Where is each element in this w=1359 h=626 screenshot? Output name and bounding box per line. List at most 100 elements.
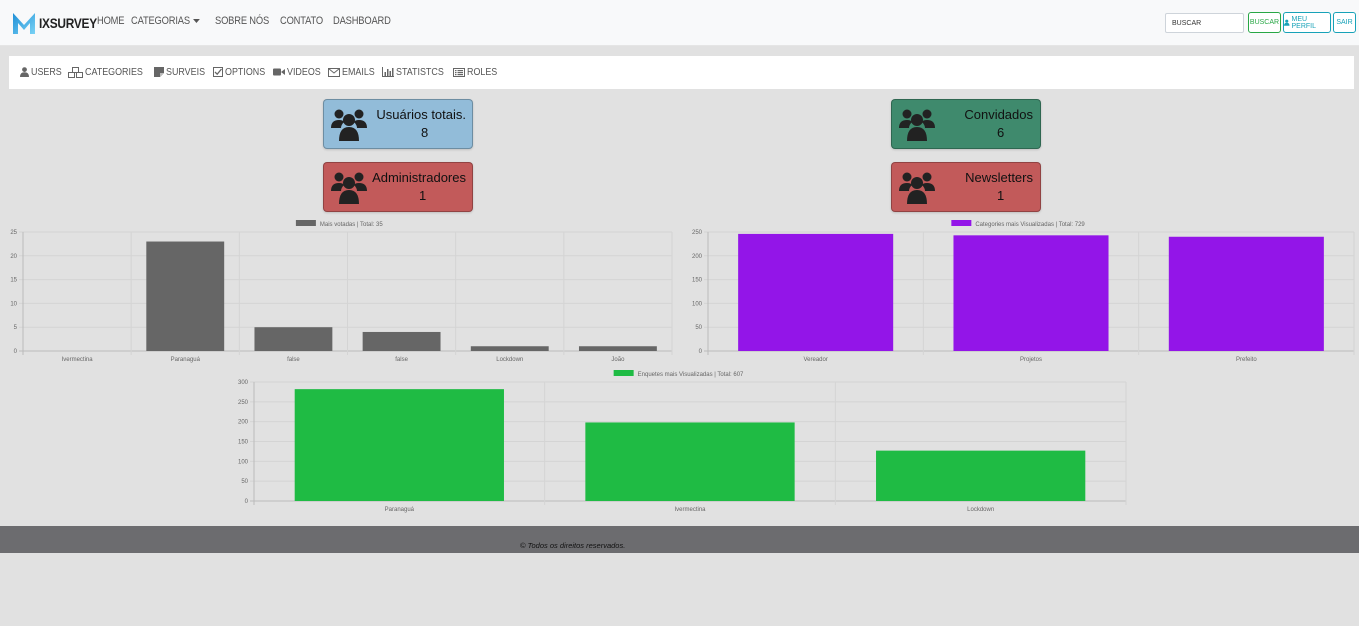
search-button[interactable]: BUSCAR [1248, 12, 1281, 33]
logout-button[interactable]: SAIR [1333, 12, 1356, 33]
user-icon [20, 67, 29, 77]
nav-contato[interactable]: CONTATO [280, 15, 323, 27]
admin-menu-roles-label: ROLES [466, 66, 498, 78]
admin-menu-users[interactable]: USERS [20, 66, 62, 78]
legend-swatch [613, 370, 634, 376]
y-tick-label: 50 [695, 325, 702, 331]
admin-menu-roles[interactable]: ROLES [452, 66, 498, 78]
legend-label: Mais votadas | Total: 35 [320, 222, 383, 228]
envelope-icon [328, 67, 341, 77]
brand-name: IXSURVEY [39, 15, 97, 31]
card-total-users-value: 8 [421, 125, 429, 140]
chart-categories-most-viewed: Categories mais Visualizadas | Total: 72… [680, 218, 1359, 366]
bar [578, 346, 657, 351]
user-icon [1284, 19, 1290, 26]
x-tick-label: Vereador [803, 357, 827, 363]
y-tick-label: 20 [10, 254, 17, 260]
admin-menu-statistcs-label: STATISTCS [395, 66, 444, 78]
admin-menu-options[interactable]: OPTIONS [213, 66, 267, 78]
top-navbar: IXSURVEY HOME CATEGORIAS SOBRE NÓS CONTA… [0, 0, 1359, 46]
y-tick-label: 0 [245, 499, 249, 505]
bar [876, 450, 1086, 501]
x-tick-label: Ivermectina [674, 507, 706, 513]
y-tick-label: 5 [14, 325, 18, 331]
nav-categorias[interactable]: CATEGORIAS [131, 15, 201, 27]
x-tick-label: Projetos [1020, 357, 1042, 363]
bar [294, 389, 504, 501]
x-tick-label: Paranaguá [171, 357, 201, 363]
logo-m-icon [13, 13, 35, 34]
x-tick-label: Paranaguá [385, 507, 415, 513]
check-square-icon [213, 67, 224, 77]
list-alt-icon [452, 67, 465, 77]
legend-label: Categories mais Visualizadas | Total: 72… [975, 222, 1085, 228]
admin-menu-categories[interactable]: CATEGORIES [68, 66, 148, 78]
admin-menu-videos[interactable]: VIDEOS [273, 66, 322, 78]
nav-dashboard[interactable]: DASHBOARD [333, 15, 391, 27]
video-camera-icon [273, 68, 286, 76]
legend-label: Enquetes mais Visualizadas | Total: 607 [638, 372, 744, 378]
search-input[interactable] [1165, 13, 1244, 33]
y-tick-label: 0 [699, 349, 703, 355]
users-icon [899, 109, 935, 141]
x-tick-label: false [395, 357, 408, 363]
card-guests-title: Convidados [964, 107, 1033, 122]
profile-button-label: MEU PERFIL [1291, 15, 1317, 30]
admin-menu-categories-label: CATEGORIES [85, 66, 144, 78]
y-tick-label: 50 [241, 479, 248, 485]
card-admins: Administradores 1 [323, 162, 473, 212]
card-guests: Convidados 6 [891, 99, 1041, 149]
x-tick-label: Ivermectina [62, 357, 94, 363]
x-tick-label: false [287, 357, 300, 363]
cubes-icon [68, 66, 84, 78]
card-admins-title: Administradores [372, 170, 466, 185]
card-newsletters-title: Newsletters [965, 170, 1033, 185]
bar [738, 233, 894, 351]
y-tick-label: 150 [692, 278, 703, 284]
bar-chart-icon [381, 67, 394, 77]
chart-categories-most-viewed-svg: Categories mais Visualizadas | Total: 72… [692, 220, 1355, 363]
sticky-note-icon [154, 67, 165, 77]
nav-sobre-nos[interactable]: SOBRE NÓS [215, 15, 269, 27]
users-icon [899, 172, 935, 204]
y-tick-label: 300 [238, 380, 249, 386]
profile-button[interactable]: MEU PERFIL [1283, 12, 1331, 33]
bar [585, 422, 795, 501]
y-tick-label: 25 [10, 230, 17, 236]
admin-menu-emails[interactable]: EMAILS [328, 66, 376, 78]
admin-menu-statistcs[interactable]: STATISTCS [381, 66, 447, 78]
chevron-down-icon [193, 19, 201, 24]
admin-menu-surveis[interactable]: SURVEIS [154, 66, 207, 78]
admin-menu-videos-label: VIDEOS [287, 66, 322, 78]
chart-most-voted-svg: Mais votadas | Total: 35 0 5 10 15 20 25 Iverme… [10, 220, 673, 363]
brand[interactable]: IXSURVEY [11, 10, 107, 36]
bar [1168, 236, 1324, 351]
x-tick-label: Lockdown [967, 507, 994, 513]
card-total-users-title: Usuários totais. [376, 107, 466, 122]
admin-menu-options-label: OPTIONS [225, 66, 266, 78]
main-nav: HOME CATEGORIAS SOBRE NÓS CONTATO DASHBO… [97, 15, 395, 27]
card-guests-value: 6 [997, 125, 1005, 140]
x-tick-label: Lockdown [496, 357, 523, 363]
footer-copyright: © Todos os direitos reservados. [520, 541, 626, 550]
users-icon [331, 172, 367, 204]
bar [146, 241, 225, 351]
x-tick-label: João [611, 357, 625, 363]
bar [953, 235, 1109, 351]
chart-most-voted: Mais votadas | Total: 35 0 5 10 15 20 25 Iverme… [0, 218, 680, 366]
y-tick-label: 200 [692, 254, 703, 260]
nav-home[interactable]: HOME [97, 15, 125, 27]
x-tick-label: Prefeito [1236, 357, 1257, 363]
legend-swatch [951, 220, 972, 226]
card-total-users: Usuários totais. 8 [323, 99, 473, 149]
footer: © Todos os direitos reservados. [0, 526, 1359, 553]
y-tick-label: 15 [10, 278, 17, 284]
admin-menu-surveis-label: SURVEIS [166, 66, 206, 78]
card-admins-value: 1 [419, 188, 427, 203]
card-newsletters-value: 1 [997, 188, 1005, 203]
legend-swatch [295, 220, 316, 226]
chart-polls-most-viewed-svg: Enquetes mais Visualizadas | Total: 607 0… [238, 370, 1127, 513]
nav-categorias-label: CATEGORIAS [131, 15, 191, 27]
bar [254, 327, 333, 351]
chart-polls-most-viewed: Enquetes mais Visualizadas | Total: 607 0… [230, 368, 1130, 516]
